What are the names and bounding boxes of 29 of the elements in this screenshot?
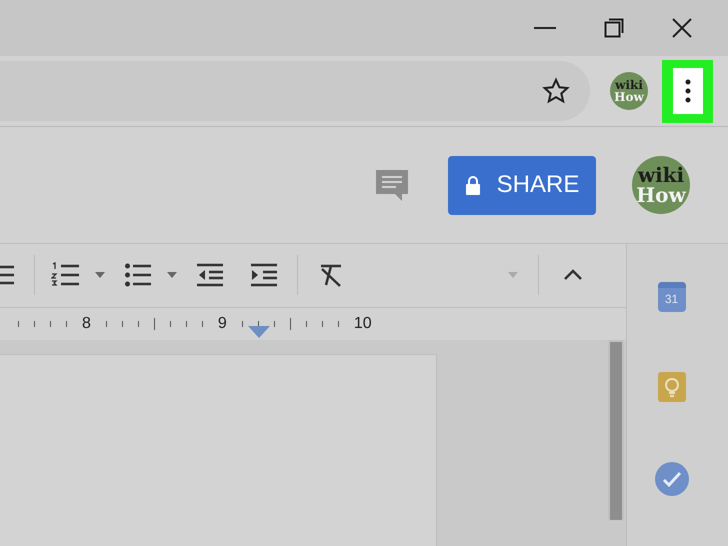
bulleted-list-icon[interactable]: [125, 263, 151, 288]
increase-indent-icon[interactable]: [251, 263, 277, 288]
calendar-icon[interactable]: 31: [658, 282, 686, 312]
clear-formatting-icon[interactable]: [318, 263, 344, 288]
caret-icon[interactable]: [167, 272, 177, 278]
numbered-list-icon[interactable]: [51, 262, 79, 288]
restore-icon[interactable]: [604, 18, 624, 38]
calendar-day: 31: [658, 288, 686, 310]
lock-icon: [464, 175, 481, 196]
scrollbar-thumb[interactable]: [610, 342, 622, 520]
ruler-number: 10: [354, 314, 372, 334]
star-icon[interactable]: [542, 77, 570, 106]
minimize-icon[interactable]: [534, 26, 556, 29]
close-icon[interactable]: [672, 18, 692, 38]
checkmark-icon[interactable]: [654, 462, 688, 496]
avatar-text: wiki: [638, 165, 684, 186]
collapse-icon[interactable]: [563, 269, 583, 282]
profile-avatar[interactable]: wiki How: [632, 156, 690, 214]
avatar-text: How: [614, 91, 644, 104]
ruler-number: 8: [82, 314, 91, 334]
align-icon[interactable]: [0, 265, 14, 286]
profile-avatar[interactable]: wiki How: [610, 72, 648, 110]
more-icon: [684, 79, 690, 104]
share-button[interactable]: SHARE: [448, 156, 596, 215]
avatar-text: wiki: [615, 79, 643, 92]
caret-icon[interactable]: [95, 272, 105, 278]
avatar-text: How: [636, 185, 686, 206]
ruler-number: 9: [218, 314, 227, 334]
decrease-indent-icon[interactable]: [197, 263, 223, 288]
